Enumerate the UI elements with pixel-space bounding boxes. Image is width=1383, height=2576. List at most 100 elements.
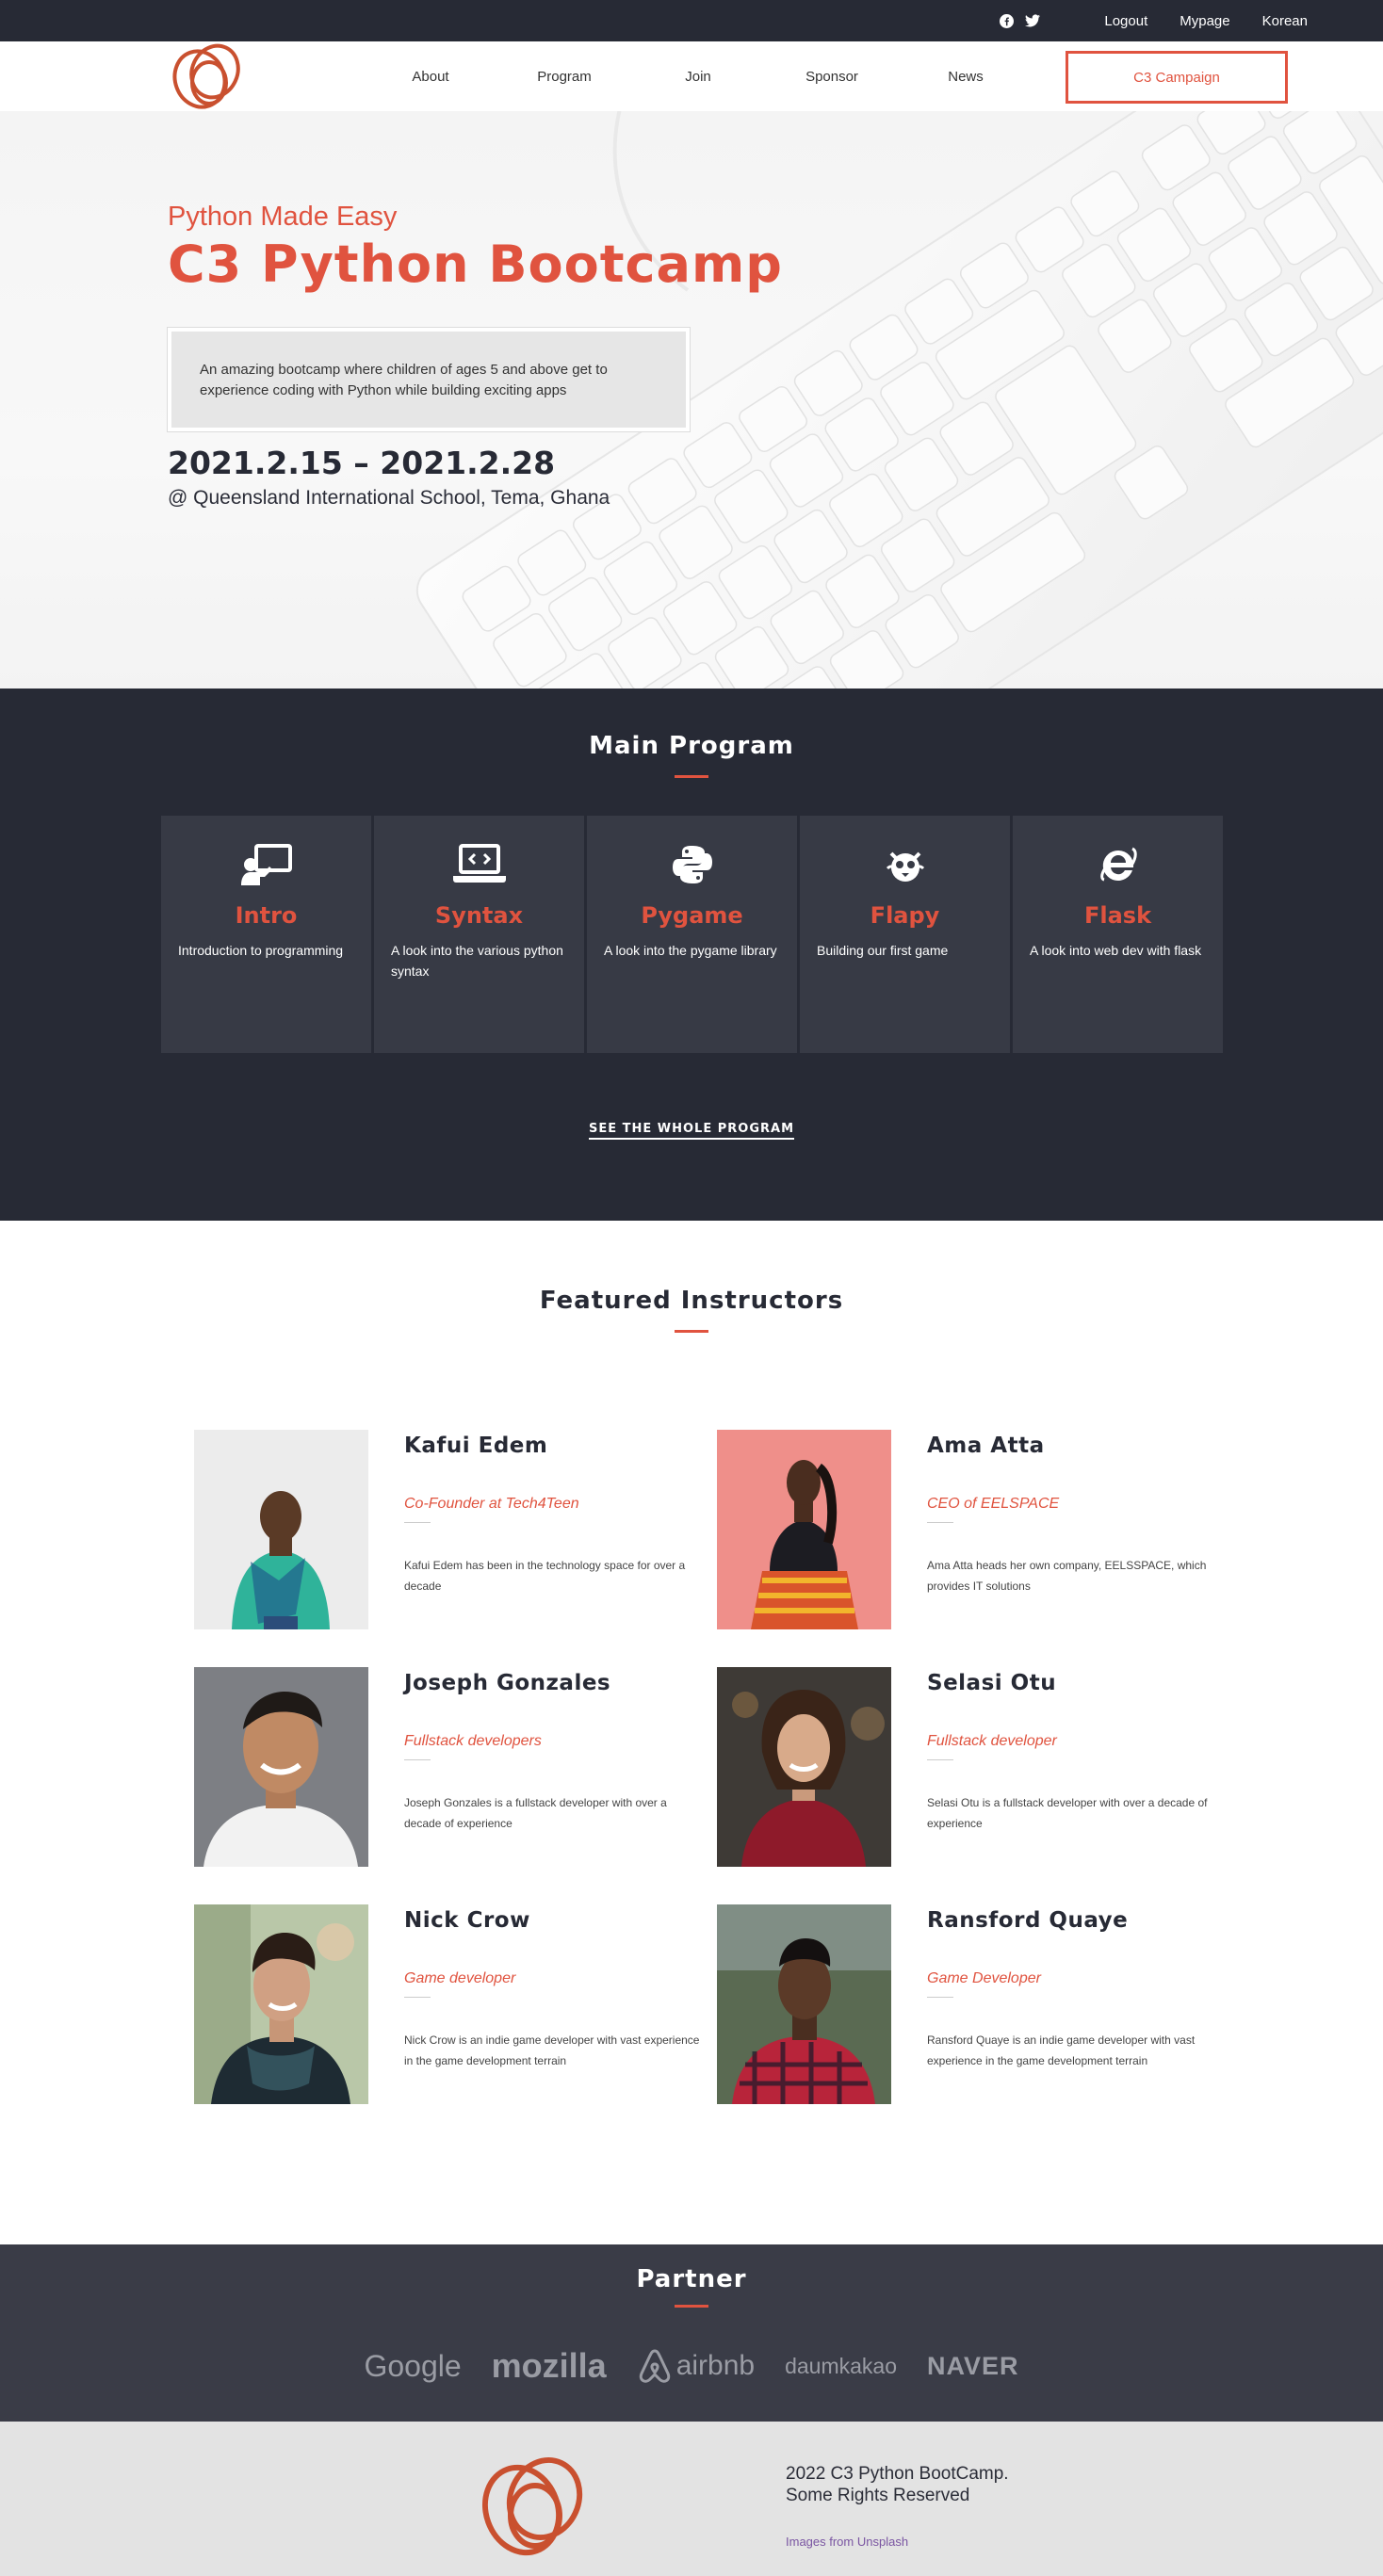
site-logo[interactable]	[168, 38, 249, 120]
card-text: A look into the pygame library	[604, 943, 777, 958]
logout-link[interactable]: Logout	[1104, 13, 1147, 29]
image-credit-link[interactable]: Images from Unsplash	[786, 2535, 908, 2549]
flappy-bird-icon	[886, 851, 924, 882]
instructor-card: Selasi Otu Fullstack developer Selasi Ot…	[717, 1667, 1245, 1867]
instructor-role: Fullstack developers	[404, 1733, 542, 1749]
naver-logo[interactable]: NAVER	[927, 2352, 1019, 2381]
mozilla-logo[interactable]: mozilla	[492, 2346, 607, 2386]
copyright-text: 2022 C3 Python BootCamp. Some Rights Res…	[786, 2463, 1009, 2506]
campaign-button[interactable]: C3 Campaign	[1066, 51, 1288, 104]
daumkakao-logo[interactable]: daumkakao	[785, 2354, 897, 2379]
instructor-info: Ama Atta CEO of EELSPACE Ama Atta heads …	[927, 1430, 1228, 1596]
nav-item-news[interactable]: News	[899, 69, 1033, 85]
nav-menu: About Program Join Sponsor News	[364, 41, 1033, 111]
card-text: Building our first game	[817, 943, 949, 958]
title-underline	[675, 2305, 708, 2308]
instructor-role: CEO of EELSPACE	[927, 1496, 1060, 1512]
instructor-name: Ransford Quaye	[927, 1908, 1129, 1933]
instructor-role: Game developer	[404, 1970, 516, 1986]
nav-item-about[interactable]: About	[364, 69, 497, 85]
instructor-card: Nick Crow Game developer Nick Crow is an…	[194, 1904, 722, 2104]
card-title: Pygame	[641, 902, 743, 929]
program-card-flapy[interactable]: Flapy Building our first game	[800, 816, 1010, 1053]
instructor-name: Joseph Gonzales	[404, 1671, 611, 1695]
instructor-card: Ama Atta CEO of EELSPACE Ama Atta heads …	[717, 1430, 1245, 1629]
instructor-name: Ama Atta	[927, 1434, 1045, 1458]
section-title: Partner	[636, 2265, 747, 2293]
featured-instructors-section: Featured Instructors Kafui Edem Co-Found…	[0, 1221, 1383, 2244]
see-program-link-wrap: SEE THE WHOLE PROGRAM	[0, 1120, 1383, 1140]
instructor-bio: Nick Crow is an indie game developer wit…	[404, 2033, 700, 2067]
airbnb-logo: airbnb	[675, 2350, 756, 2381]
instructor-role: Co-Founder at Tech4Teen	[404, 1496, 579, 1512]
instructor-role: Fullstack developer	[927, 1733, 1057, 1749]
section-title: Main Program	[589, 732, 794, 760]
instructor-card: Joseph Gonzales Fullstack developers Jos…	[194, 1667, 722, 1867]
python-logo-icon	[672, 846, 712, 883]
divider	[404, 1759, 431, 1760]
nav-item-sponsor[interactable]: Sponsor	[765, 69, 899, 85]
program-card-intro[interactable]: Intro Introduction to programming	[161, 816, 371, 1053]
instructor-bio: Selasi Otu is a fullstack developer with…	[927, 1796, 1208, 1830]
instructor-photo	[717, 1430, 891, 1629]
instructor-info: Joseph Gonzales Fullstack developers Jos…	[404, 1667, 706, 1834]
card-title: Syntax	[434, 902, 524, 929]
event-location: @ Queensland International School, Tema,…	[168, 487, 610, 509]
airbnb-icon	[639, 2349, 670, 2383]
card-text: A look into the various python syntax	[391, 943, 563, 979]
instructor-photo	[194, 1667, 368, 1867]
divider	[927, 1759, 953, 1760]
instructor-info: Nick Crow Game developer Nick Crow is an…	[404, 1904, 706, 2071]
instructor-bio: Joseph Gonzales is a fullstack developer…	[404, 1796, 667, 1830]
facebook-icon[interactable]	[999, 13, 1014, 28]
instructor-info: Ransford Quaye Game Developer Ransford Q…	[927, 1904, 1228, 2071]
google-logo[interactable]: Google	[364, 2349, 461, 2384]
instructor-name: Kafui Edem	[404, 1434, 548, 1458]
program-card-flask[interactable]: Flask A look into web dev with flask	[1013, 816, 1223, 1053]
section-title: Featured Instructors	[539, 1287, 844, 1315]
hero-section: Python Made Easy C3 Python Bootcamp An a…	[0, 111, 1383, 689]
partner-section: Partner Google mozilla airbnb daumkakao …	[0, 2244, 1383, 2422]
nav-item-program[interactable]: Program	[497, 69, 631, 85]
instructor-photo	[194, 1430, 368, 1629]
program-card-syntax[interactable]: Syntax A look into the various python sy…	[374, 816, 584, 1053]
program-card-pygame[interactable]: Pygame A look into the pygame library	[587, 816, 797, 1053]
instructor-bio: Ransford Quaye is an indie game develope…	[927, 2033, 1196, 2067]
airbnb-logo-wrap[interactable]: airbnb	[637, 2349, 755, 2383]
top-bar: Logout Mypage Korean	[0, 0, 1383, 41]
divider	[404, 1997, 431, 1998]
instructor-photo	[717, 1667, 891, 1867]
language-link[interactable]: Korean	[1262, 13, 1308, 29]
instructor-bio: Ama Atta heads her own company, EELSSPAC…	[927, 1559, 1207, 1593]
mypage-link[interactable]: Mypage	[1180, 13, 1229, 29]
copyright-line-1: 2022 C3 Python BootCamp.	[786, 2464, 1009, 2484]
instructor-name: Selasi Otu	[927, 1671, 1057, 1695]
laptop-code-icon	[452, 844, 506, 883]
instructor-info: Kafui Edem Co-Founder at Tech4Teen Kafui…	[404, 1430, 706, 1596]
instructor-card: Kafui Edem Co-Founder at Tech4Teen Kafui…	[194, 1430, 722, 1629]
event-dates: 2021.2.15 – 2021.2.28	[168, 445, 556, 481]
card-text: A look into web dev with flask	[1030, 943, 1202, 958]
divider	[404, 1522, 431, 1523]
hero-description: An amazing bootcamp where children of ag…	[168, 328, 690, 431]
card-title: Flapy	[870, 902, 940, 929]
site-footer: 2022 C3 Python BootCamp. Some Rights Res…	[0, 2422, 1383, 2576]
instructor-bio: Kafui Edem has been in the technology sp…	[404, 1559, 686, 1593]
instructor-card: Ransford Quaye Game Developer Ransford Q…	[717, 1904, 1245, 2104]
see-whole-program-link[interactable]: SEE THE WHOLE PROGRAM	[588, 1122, 795, 1140]
teacher-board-icon	[240, 844, 292, 885]
twitter-icon[interactable]	[1025, 13, 1041, 28]
footer-logo	[471, 2448, 595, 2569]
hero-kicker: Python Made Easy	[168, 202, 398, 232]
main-nav: About Program Join Sponsor News C3 Campa…	[0, 41, 1383, 111]
program-cards: Intro Introduction to programming Syntax…	[161, 816, 1223, 1053]
instructor-role: Game Developer	[927, 1970, 1041, 1986]
nav-item-join[interactable]: Join	[631, 69, 765, 85]
copyright-line-2: Some Rights Reserved	[786, 2486, 970, 2505]
card-text: Introduction to programming	[178, 943, 344, 958]
divider	[927, 1997, 953, 1998]
card-title: Flask	[1083, 902, 1152, 929]
card-title: Intro	[235, 902, 298, 929]
title-underline	[675, 775, 708, 778]
main-program-section: Main Program Intro Introduction to progr…	[0, 689, 1383, 1221]
